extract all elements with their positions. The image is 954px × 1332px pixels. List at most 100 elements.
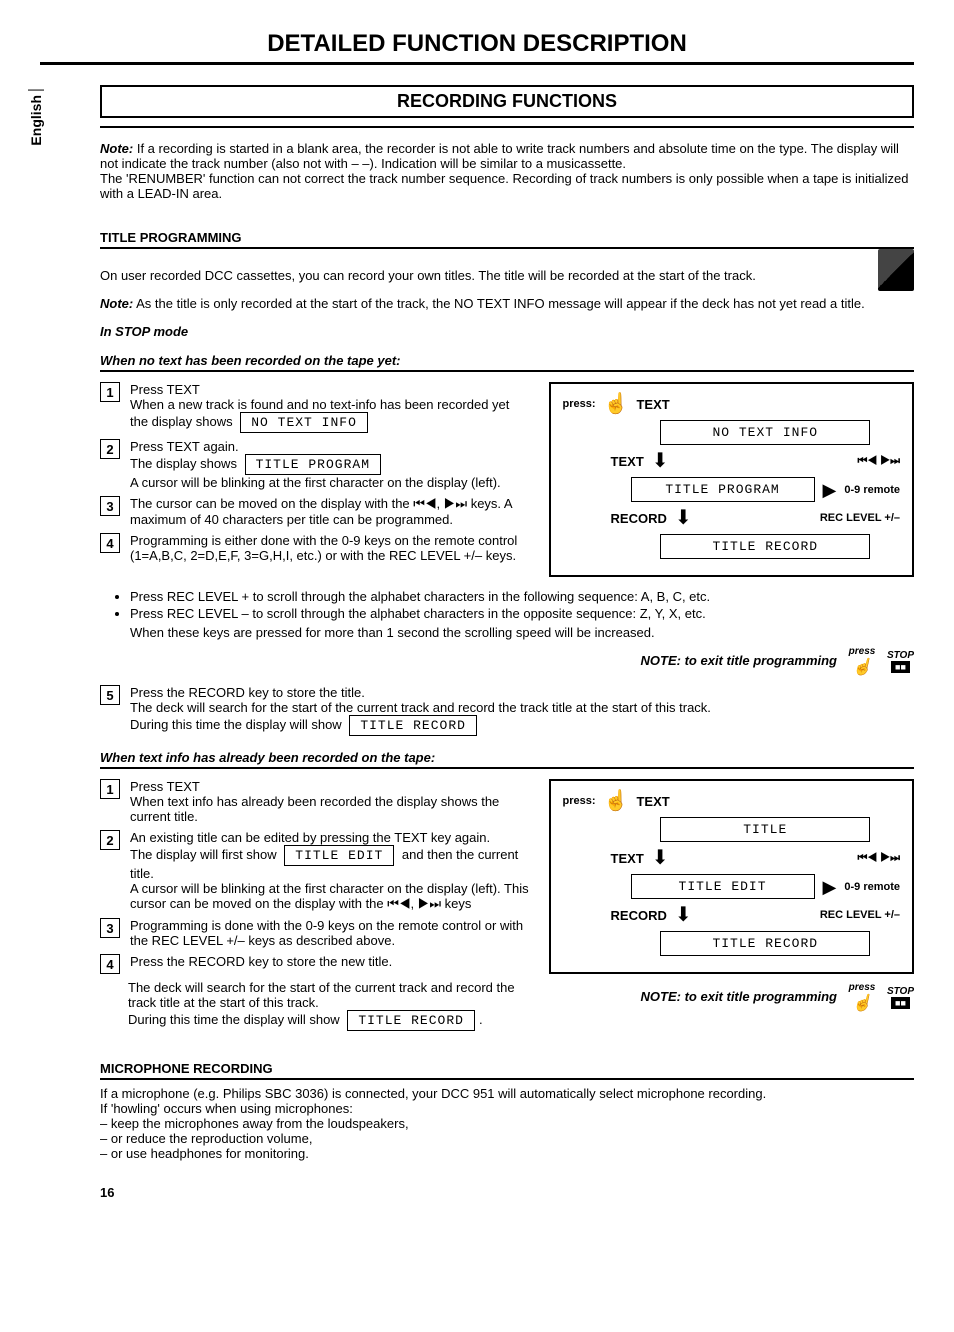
note-label: Note: bbox=[100, 141, 133, 156]
press-label: press: bbox=[563, 795, 596, 807]
page-title: DETAILED FUNCTION DESCRIPTION bbox=[40, 30, 914, 58]
mic-heading: MICROPHONE RECORDING bbox=[100, 1061, 914, 1080]
mic-b1: – keep the microphones away from the lou… bbox=[100, 1116, 914, 1131]
text-label: TEXT bbox=[611, 851, 644, 866]
step-1: 1 bbox=[100, 382, 120, 402]
display-box: TITLE RECORD bbox=[660, 931, 870, 956]
diagram-1: press: ☝ TEXT NO TEXT INFO TEXT ⬇ ⏮◀ ▶⏭ bbox=[549, 382, 914, 577]
display-box: TITLE PROGRAM bbox=[245, 454, 381, 475]
title-prog-line1: On user recorded DCC cassettes, you can … bbox=[100, 268, 914, 283]
stop-label: STOP bbox=[887, 650, 914, 661]
divider bbox=[40, 62, 914, 65]
note-label: Note: bbox=[100, 296, 133, 311]
mic-line1: If a microphone (e.g. Philips SBC 3036) … bbox=[100, 1086, 914, 1101]
stop-badge: press ☝ bbox=[849, 646, 876, 677]
finger-icon: ☝ bbox=[604, 791, 629, 811]
step-3-body: The cursor can be moved on the display w… bbox=[130, 496, 539, 527]
section-heading: RECORDING FUNCTIONS bbox=[100, 85, 914, 118]
text: When these keys are pressed for more tha… bbox=[130, 625, 914, 640]
step-5: 5 bbox=[100, 685, 120, 705]
rec-level-label: REC LEVEL +/– bbox=[820, 512, 900, 524]
dcc-cassette-icon bbox=[878, 249, 914, 291]
down-arrow-icon: ⬇ bbox=[652, 848, 669, 868]
title-prog-note: Note: As the title is only recorded at t… bbox=[100, 296, 914, 311]
display-box: TITLE RECORD bbox=[349, 715, 477, 736]
text: When a new track is found and no text-in… bbox=[130, 397, 509, 412]
press-label: press bbox=[849, 982, 876, 993]
mic-b3: – or use headphones for monitoring. bbox=[100, 1146, 914, 1161]
step-4-body: Programming is either done with the 0-9 … bbox=[130, 533, 539, 563]
right-arrow-icon: ▶ bbox=[823, 878, 837, 896]
step-1-body: Press TEXT When a new track is found and… bbox=[130, 382, 539, 433]
page-number: 16 bbox=[100, 1185, 914, 1200]
display-box: TITLE RECORD bbox=[660, 534, 870, 559]
step-4: 4 bbox=[100, 533, 120, 553]
display-box: TITLE PROGRAM bbox=[631, 477, 815, 502]
text: An existing title can be edited by press… bbox=[130, 830, 490, 845]
down-arrow-icon: ⬇ bbox=[675, 508, 692, 528]
rec-level-label: REC LEVEL +/– bbox=[820, 909, 900, 921]
note-text: If a recording is started in a blank are… bbox=[100, 141, 899, 171]
num-keys-label: 0-9 remote bbox=[844, 881, 900, 893]
text: the display shows bbox=[130, 414, 233, 429]
record-label: RECORD bbox=[611, 511, 667, 526]
step-2: 2 bbox=[100, 439, 120, 459]
step-3-body: Programming is done with the 0-9 keys on… bbox=[130, 918, 539, 948]
divider bbox=[100, 126, 914, 128]
finger-icon: ☝ bbox=[604, 394, 629, 414]
skip-keys-label: ⏮◀ ▶⏭ bbox=[858, 852, 900, 865]
text: During this time the display will show bbox=[128, 1012, 340, 1027]
text: During this time the display will show bbox=[130, 717, 342, 732]
text: A cursor will be blinking at the first c… bbox=[130, 475, 501, 490]
renumber-text: The 'RENUMBER' function can not correct … bbox=[100, 171, 908, 201]
mic-recording-section: MICROPHONE RECORDING If a microphone (e.… bbox=[100, 1061, 914, 1161]
stop-key: STOP ■■ bbox=[887, 650, 914, 673]
step-4-body: Press the RECORD key to store the new ti… bbox=[130, 954, 539, 969]
display-box: TITLE RECORD bbox=[347, 1010, 475, 1031]
finger-icon: ☝ bbox=[852, 993, 872, 1013]
text: A cursor will be blinking at the first c… bbox=[130, 881, 529, 911]
step-4-cont: The deck will search for the start of th… bbox=[128, 980, 539, 1031]
finger-icon: ☝ bbox=[852, 657, 872, 677]
text: Press the RECORD key to store the title. bbox=[130, 685, 365, 700]
stop-key: STOP ■■ bbox=[887, 986, 914, 1009]
title-programming-heading: TITLE PROGRAMMING bbox=[100, 230, 914, 249]
step-2-body: Press TEXT again. The display shows TITL… bbox=[130, 439, 539, 490]
text: Press TEXT bbox=[130, 382, 200, 397]
language-tab: English bbox=[28, 90, 44, 146]
display-box: TITLE EDIT bbox=[631, 874, 815, 899]
stop-icon: ■■ bbox=[891, 997, 910, 1009]
mic-b2: – or reduce the reproduction volume, bbox=[100, 1131, 914, 1146]
step-3: 3 bbox=[100, 496, 120, 516]
bullet-list: Press REC LEVEL + to scroll through the … bbox=[130, 589, 914, 621]
display-box: TITLE EDIT bbox=[284, 845, 394, 866]
sub2-heading: When text info has already been recorded… bbox=[100, 750, 914, 769]
skip-keys-label: ⏮◀ ▶⏭ bbox=[858, 455, 900, 468]
text: When text info has already been recorded… bbox=[130, 794, 499, 824]
press-label: press bbox=[849, 646, 876, 657]
press-label: press: bbox=[563, 398, 596, 410]
step-1: 1 bbox=[100, 779, 120, 799]
down-arrow-icon: ⬇ bbox=[652, 451, 669, 471]
step-2: 2 bbox=[100, 830, 120, 850]
display-box: TITLE bbox=[660, 817, 870, 842]
down-arrow-icon: ⬇ bbox=[675, 905, 692, 925]
bullet: Press REC LEVEL + to scroll through the … bbox=[130, 589, 914, 604]
text: The deck will search for the start of th… bbox=[130, 700, 711, 715]
diagram-2: press: ☝ TEXT TITLE TEXT ⬇ ⏮◀ ▶⏭ bbox=[549, 779, 914, 974]
text: Press the RECORD key to store the new ti… bbox=[130, 954, 392, 969]
intro-note: Note: If a recording is started in a bla… bbox=[100, 141, 914, 201]
exit-text: NOTE: to exit title programming bbox=[641, 989, 837, 1004]
right-arrow-icon: ▶ bbox=[823, 481, 837, 499]
record-label: RECORD bbox=[611, 908, 667, 923]
text-label: TEXT bbox=[611, 454, 644, 469]
bullet: Press REC LEVEL – to scroll through the … bbox=[130, 606, 914, 621]
stop-badge: press ☝ bbox=[849, 982, 876, 1013]
exit-note: NOTE: to exit title programming press ☝ … bbox=[100, 646, 914, 677]
title-programming-section: TITLE PROGRAMMING On user recorded DCC c… bbox=[100, 214, 914, 1031]
stop-label: STOP bbox=[887, 986, 914, 997]
mode-label: In STOP mode bbox=[100, 324, 914, 339]
step-2-body: An existing title can be edited by press… bbox=[130, 830, 539, 912]
step-5-body: Press the RECORD key to store the title.… bbox=[130, 685, 914, 736]
sub1-heading: When no text has been recorded on the ta… bbox=[100, 353, 914, 372]
